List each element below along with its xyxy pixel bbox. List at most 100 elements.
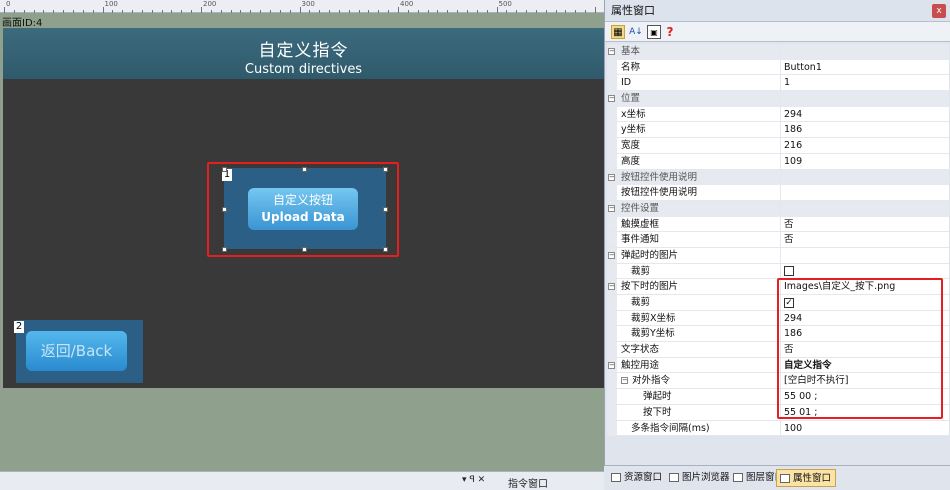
property-key-cell: − 按钮控件使用说明	[607, 169, 781, 185]
ruler-tick	[171, 10, 173, 13]
checkbox[interactable]	[784, 266, 794, 277]
resize-handle[interactable]	[383, 247, 388, 252]
help-icon[interactable]: ?	[663, 25, 677, 39]
resize-handle[interactable]	[222, 167, 227, 172]
property-row[interactable]: 事件通知 否	[607, 232, 949, 248]
row-gutter	[607, 138, 617, 153]
ruler-tick	[575, 10, 577, 13]
property-row[interactable]: 宽度 216	[607, 138, 949, 154]
property-key: 按下时的图片	[621, 281, 679, 293]
property-value-cell[interactable]: 100	[781, 420, 949, 436]
property-key: 基本	[621, 46, 641, 57]
tab-property[interactable]: 属性窗口	[776, 469, 837, 487]
resize-handle[interactable]	[222, 207, 227, 212]
property-value-cell[interactable]: 否	[781, 232, 949, 247]
property-category[interactable]: − 基本	[607, 44, 949, 60]
annotation-highlight-box	[777, 278, 943, 419]
ruler-tick	[269, 10, 271, 13]
back-button[interactable]: 返回/Back	[16, 320, 143, 383]
collapse-icon[interactable]: −	[608, 95, 615, 103]
row-gutter	[607, 122, 617, 138]
row-gutter	[607, 153, 617, 169]
property-key-cell: − 触控用途	[607, 357, 781, 373]
close-icon[interactable]: x	[932, 4, 946, 18]
horizontal-ruler: 0 100 200 300 400 500	[0, 0, 604, 13]
property-row[interactable]: 按钮控件使用说明	[607, 185, 949, 201]
command-window-tab[interactable]: 指令窗口	[508, 475, 548, 490]
property-value: 100	[784, 422, 803, 434]
property-category[interactable]: − 控件设置	[607, 200, 949, 217]
property-key-cell: 事件通知	[607, 232, 781, 247]
property-row[interactable]: 高度 109	[607, 153, 949, 170]
property-value-cell	[781, 91, 949, 106]
property-value-cell[interactable]	[781, 185, 949, 200]
property-value-cell[interactable]	[781, 263, 949, 279]
resize-handle[interactable]	[302, 247, 307, 252]
property-row[interactable]: 多条指令间隔(ms) 100	[607, 420, 949, 437]
ruler-tick	[398, 7, 399, 13]
ruler-tick	[240, 10, 242, 13]
resize-handle[interactable]	[222, 247, 227, 252]
property-row[interactable]: x坐标 294	[607, 106, 949, 123]
collapse-icon[interactable]: −	[608, 361, 615, 369]
property-category[interactable]: − 按钮控件使用说明	[607, 169, 949, 186]
tab-label: 图片浏览器	[682, 472, 730, 483]
ruler-tick	[535, 10, 537, 13]
resize-handle[interactable]	[302, 167, 307, 172]
collapse-icon[interactable]: −	[608, 48, 615, 55]
ruler-tick	[63, 10, 65, 13]
property-category[interactable]: − 位置	[607, 91, 949, 107]
collapse-icon[interactable]: −	[608, 204, 615, 212]
row-gutter	[607, 389, 617, 404]
tab-resource[interactable]: 资源窗口	[608, 469, 666, 487]
ruler-tick	[82, 10, 84, 13]
property-row[interactable]: y坐标 186	[607, 122, 949, 139]
property-key: 按钮控件使用说明	[621, 171, 698, 183]
property-value-cell[interactable]: 294	[781, 106, 949, 122]
row-gutter	[607, 59, 617, 75]
property-value-cell[interactable]: 1	[781, 75, 949, 91]
property-value-cell[interactable]: 否	[781, 216, 949, 232]
property-row[interactable]: 裁剪	[607, 263, 949, 280]
property-row[interactable]: − 弹起时的图片	[607, 247, 949, 264]
ruler-tick	[457, 10, 459, 13]
ruler-tick	[92, 10, 94, 13]
tab-image-browser[interactable]: 图片浏览器	[666, 469, 734, 487]
property-key-cell: 触摸虚框	[607, 216, 781, 232]
property-value-cell[interactable]: Button1	[781, 59, 949, 75]
layer-icon	[733, 473, 743, 482]
sort-az-icon[interactable]: A↓	[629, 25, 643, 39]
property-row[interactable]: 触摸虚框 否	[607, 216, 949, 233]
screen-title-chinese: 自定义指令	[258, 41, 349, 61]
resource-icon	[611, 473, 621, 482]
property-value-cell[interactable]: 216	[781, 138, 949, 153]
property-value-cell[interactable]	[781, 247, 949, 263]
selection-highlight-box	[207, 162, 399, 257]
row-gutter	[607, 342, 617, 357]
property-key-cell: − 按下时的图片	[607, 279, 781, 294]
back-button-face[interactable]: 返回/Back	[26, 331, 127, 371]
property-value: 否	[784, 218, 794, 230]
resize-handle[interactable]	[383, 167, 388, 172]
collapse-icon[interactable]: −	[621, 377, 628, 385]
property-value: 186	[784, 124, 803, 136]
property-pages-icon[interactable]: ▣	[647, 25, 661, 39]
tab-label: 资源窗口	[624, 472, 663, 483]
property-key: 弹起时	[643, 391, 672, 403]
resize-handle[interactable]	[383, 207, 388, 212]
collapse-icon[interactable]: −	[608, 173, 615, 181]
row-gutter	[607, 185, 617, 200]
collapse-icon[interactable]: −	[608, 283, 615, 291]
dock-controls[interactable]: ▾ ꟼ ✕	[462, 475, 485, 485]
ruler-tick	[43, 10, 45, 13]
property-key-cell: 文字状态	[607, 342, 781, 357]
property-value-cell[interactable]: 186	[781, 122, 949, 138]
categorized-icon[interactable]: ▦	[611, 25, 625, 39]
property-row[interactable]: ID 1	[607, 75, 949, 92]
property-row[interactable]: 名称 Button1	[607, 59, 949, 76]
ruler-tick	[112, 10, 114, 13]
collapse-icon[interactable]: −	[608, 251, 615, 259]
ruler-tick	[407, 10, 409, 13]
ruler-tick	[358, 10, 360, 13]
property-value-cell[interactable]: 109	[781, 153, 949, 169]
